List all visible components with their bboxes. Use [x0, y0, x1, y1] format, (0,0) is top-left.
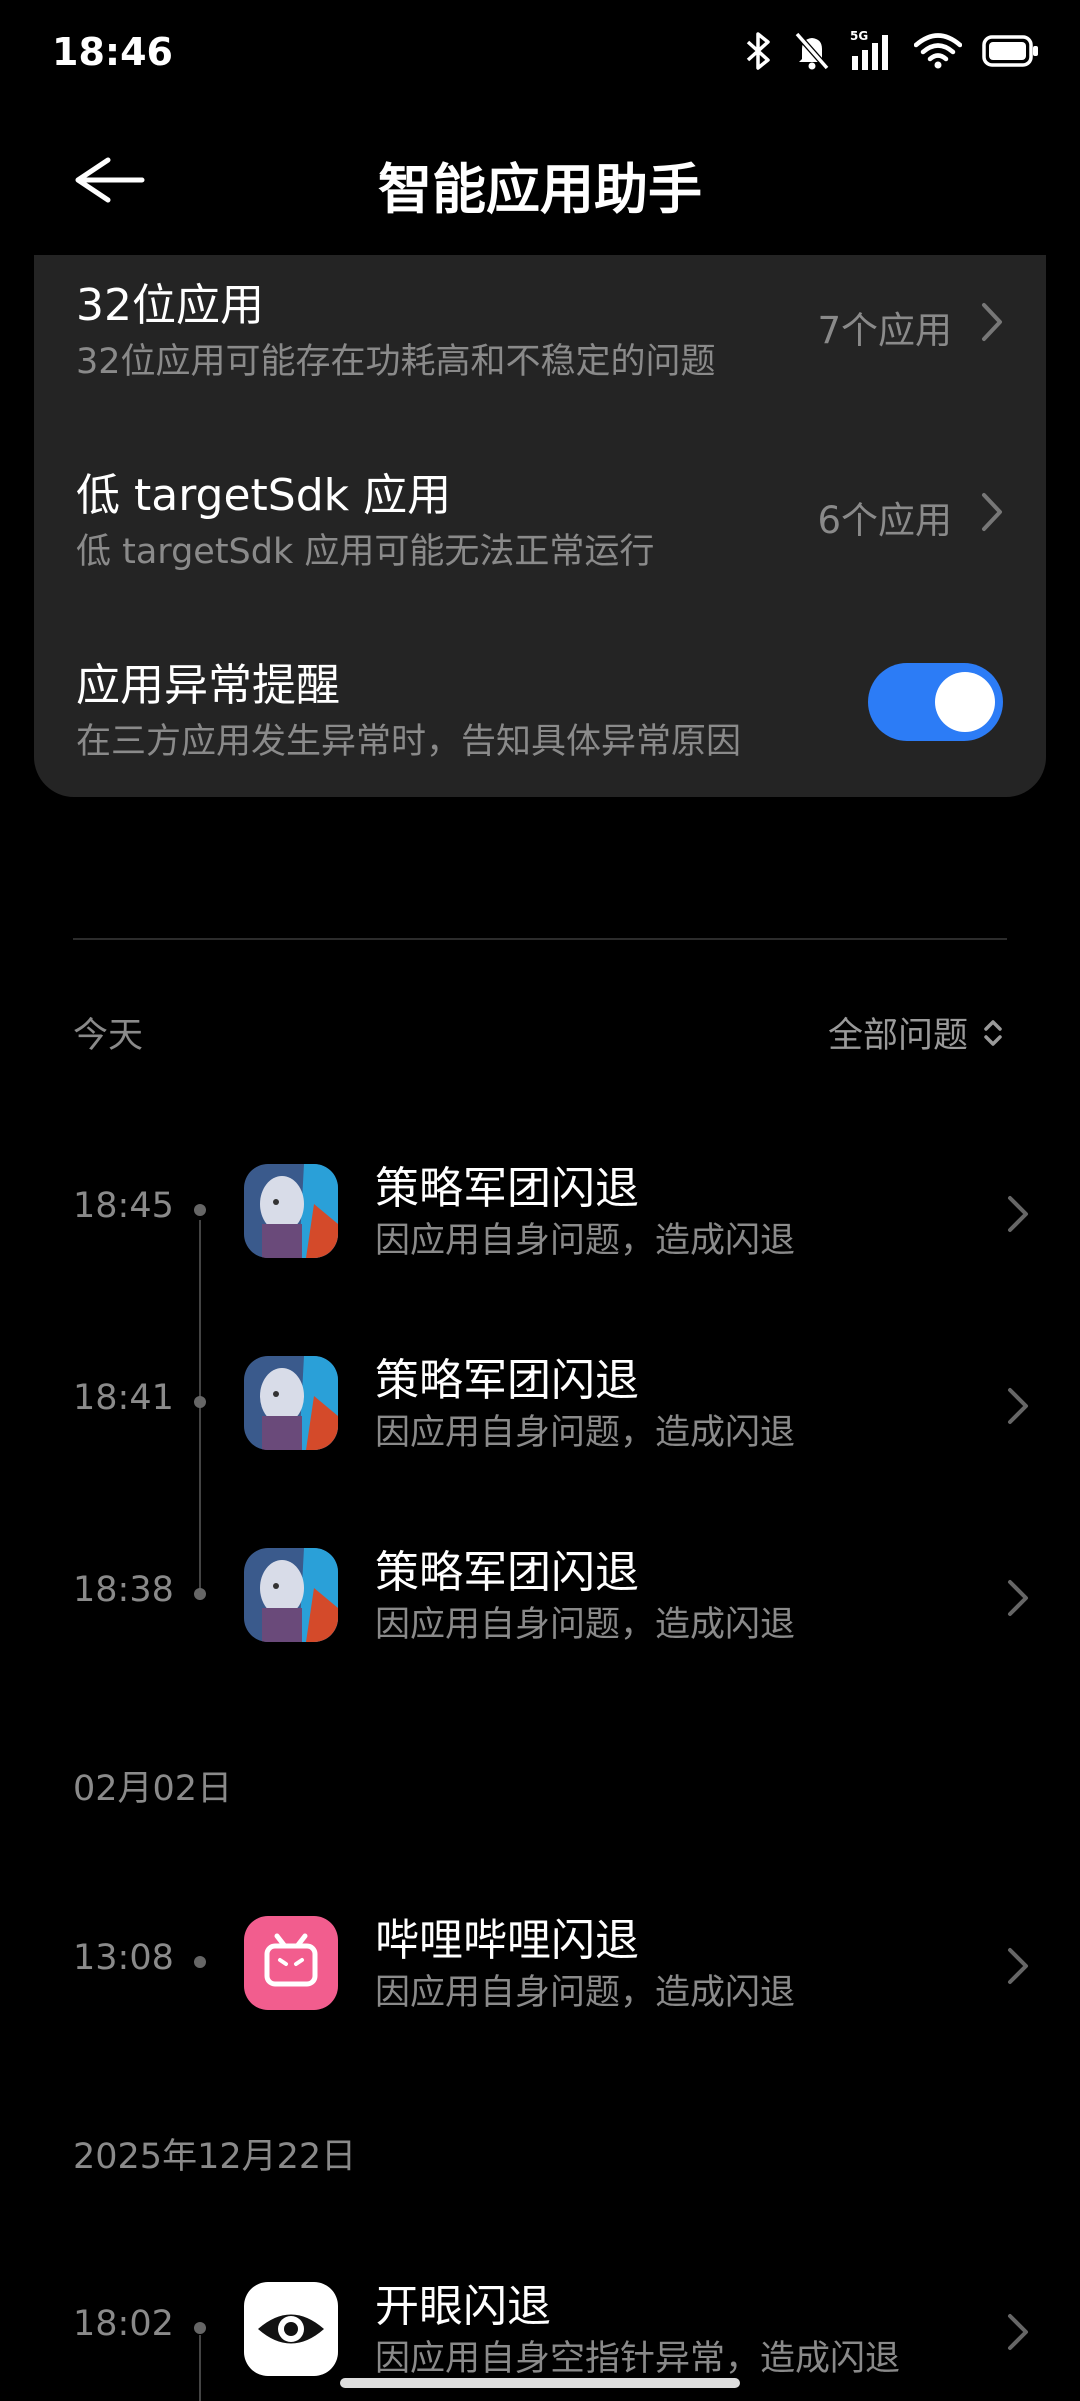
low-sdk-row[interactable]: 低 targetSdk 应用 低 targetSdk 应用可能无法正常运行 6个… — [34, 445, 1046, 590]
crash-event-item[interactable]: 18:02 开眼闪退 因应用自身空指针异常，造成闪退 — [0, 2270, 1080, 2390]
chevron-right-icon — [1008, 1580, 1028, 1616]
section-date: 02月02日 — [73, 1769, 233, 1809]
app32-count: 7个应用 — [817, 309, 952, 352]
alert-row[interactable]: 应用异常提醒 在三方应用发生异常时，告知具体异常原因 — [34, 635, 1046, 780]
low-sdk-title: 低 targetSdk 应用 — [76, 470, 452, 521]
home-indicator[interactable] — [340, 2378, 740, 2388]
svg-text:5G: 5G — [850, 30, 868, 43]
event-desc: 因应用自身问题，造成闪退 — [375, 1605, 796, 1645]
toggle-knob — [935, 672, 995, 732]
event-time: 18:45 — [73, 1186, 174, 1226]
event-desc: 因应用自身问题，造成闪退 — [375, 1413, 796, 1453]
event-title: 策略军团闪退 — [375, 1547, 639, 1598]
bluetooth-icon — [746, 32, 770, 70]
event-time: 13:08 — [73, 1938, 174, 1978]
timeline-dot — [194, 1588, 206, 1600]
section-date: 2025年12月22日 — [73, 2137, 357, 2177]
alert-title: 应用异常提醒 — [76, 660, 340, 711]
low-sdk-count: 6个应用 — [817, 499, 952, 542]
crash-event-item[interactable]: 18:45 策略军团闪退 因应用自身问题，造成闪退 — [0, 1152, 1080, 1272]
event-time: 18:02 — [73, 2304, 174, 2344]
wifi-icon — [914, 33, 962, 69]
event-time: 18:38 — [73, 1570, 174, 1610]
event-desc: 因应用自身问题，造成闪退 — [375, 1221, 796, 1261]
chevron-right-icon — [1008, 2314, 1028, 2350]
status-icons: 5G — [744, 30, 1040, 72]
filter-button[interactable]: 全部问题 — [828, 1007, 1004, 1058]
event-title: 开眼闪退 — [375, 2281, 551, 2332]
crash-event-item[interactable]: 18:41 策略军团闪退 因应用自身问题，造成闪退 — [0, 1344, 1080, 1464]
alert-toggle[interactable] — [868, 663, 1003, 741]
app32-title: 32位应用 — [76, 280, 264, 331]
kaiyan-app-icon — [244, 2282, 338, 2376]
timeline-line — [199, 2335, 201, 2401]
event-title: 哔哩哔哩闪退 — [375, 1915, 639, 1966]
divider — [73, 938, 1007, 940]
crash-event-item[interactable]: 13:08 哔哩哔哩闪退 因应用自身问题，造成闪退 — [0, 1904, 1080, 2024]
crash-event-item[interactable]: 18:38 策略军团闪退 因应用自身问题，造成闪退 — [0, 1536, 1080, 1656]
timeline-dot — [194, 1956, 206, 1968]
chevron-right-icon — [1008, 1388, 1028, 1424]
signal-icon: 5G — [850, 30, 888, 70]
timeline-dot — [194, 2322, 206, 2334]
settings-card: 32位应用 32位应用可能存在功耗高和不稳定的问题 7个应用 低 targetS… — [34, 255, 1046, 797]
event-desc: 因应用自身问题，造成闪退 — [375, 1973, 796, 2013]
mute-icon — [794, 32, 830, 70]
section-today: 今天 — [73, 1016, 144, 1056]
event-title: 策略军团闪退 — [375, 1355, 639, 1406]
event-desc: 因应用自身空指针异常，造成闪退 — [375, 2339, 901, 2379]
event-title: 策略军团闪退 — [375, 1163, 639, 1214]
low-sdk-subtitle: 低 targetSdk 应用可能无法正常运行 — [76, 532, 655, 572]
chevron-right-icon — [1008, 1196, 1028, 1232]
filter-label: 全部问题 — [827, 1016, 968, 1056]
app32-subtitle: 32位应用可能存在功耗高和不稳定的问题 — [76, 342, 716, 382]
chevron-right-icon — [982, 493, 1002, 531]
timeline-dot — [194, 1396, 206, 1408]
timeline-dot — [194, 1204, 206, 1216]
bilibili-app-icon — [244, 1916, 338, 2010]
app-icon-strategy — [244, 1548, 338, 1642]
app32-row[interactable]: 32位应用 32位应用可能存在功耗高和不稳定的问题 7个应用 — [34, 255, 1046, 400]
event-time: 18:41 — [73, 1378, 174, 1418]
sort-updown-icon — [984, 1019, 1002, 1046]
battery-icon — [982, 35, 1038, 67]
chevron-right-icon — [982, 303, 1002, 341]
app-icon-strategy — [244, 1356, 338, 1450]
alert-subtitle: 在三方应用发生异常时，告知具体异常原因 — [76, 722, 742, 762]
chevron-right-icon — [1008, 1948, 1028, 1984]
status-time: 18:46 — [52, 30, 173, 74]
app-icon-strategy — [244, 1164, 338, 1258]
page-title: 智能应用助手 — [378, 158, 702, 221]
